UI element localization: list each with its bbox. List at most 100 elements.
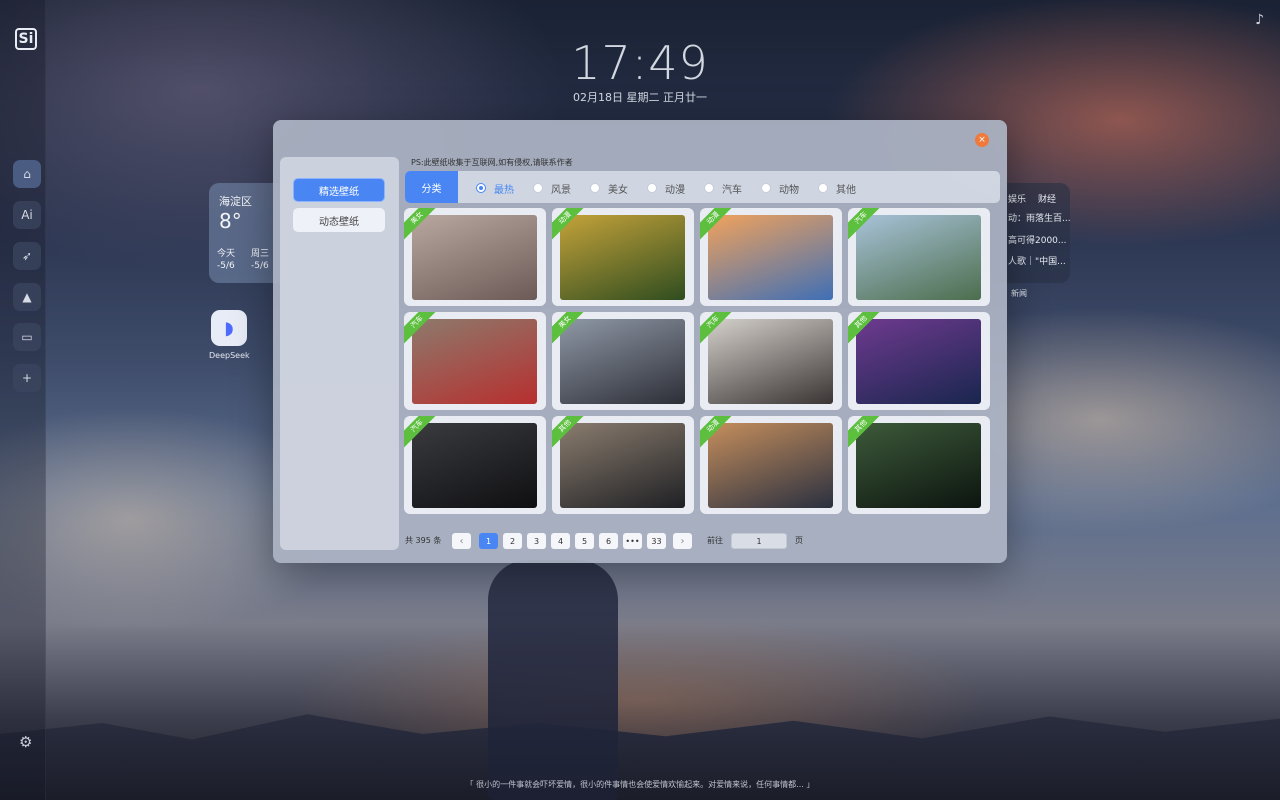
news-item[interactable]: 人歌｜"中国...	[1008, 254, 1066, 267]
page-button[interactable]: 4	[551, 533, 570, 549]
wallpaper-card[interactable]: 汽车	[848, 208, 990, 306]
wallpaper-thumbnail	[856, 423, 981, 508]
add-icon[interactable]: +	[13, 364, 41, 392]
wallpaper-thumbnail	[412, 423, 537, 508]
category-radio-label: 最热	[494, 184, 514, 196]
rocket-icon[interactable]: ➶	[13, 242, 41, 270]
clock-time: 17:49	[571, 36, 709, 90]
wallpaper-thumbnail	[708, 319, 833, 404]
category-radio-car[interactable]: 汽车	[704, 182, 742, 196]
wallpaper-card[interactable]: 其他	[552, 416, 694, 514]
category-radio-label: 其他	[836, 184, 856, 196]
radio-dot	[590, 183, 600, 193]
weather-location: 海淀区	[219, 195, 252, 208]
left-dock: Si ⌂ Ai ➶ ▲ ▭ + ⚙	[0, 0, 46, 800]
page-button[interactable]: 1	[479, 533, 498, 549]
wallpaper-thumbnail	[708, 423, 833, 508]
wallpaper-card[interactable]: 动漫	[700, 208, 842, 306]
copyright-notice: PS:此壁纸收集于互联网,如有侵权,请联系作者	[411, 158, 573, 167]
category-radio-label: 汽车	[722, 184, 742, 196]
wallpaper-card[interactable]: 动漫	[700, 416, 842, 514]
category-radio-animal[interactable]: 动物	[761, 182, 799, 196]
wallpaper-thumbnail	[856, 215, 981, 300]
settings-icon[interactable]: ⚙	[19, 733, 32, 751]
bottom-quote: 「 很小的一件事就会吓坏爱情，很小的件事情也会使爱情欢愉起来。对爱情来说，任何事…	[465, 780, 815, 789]
wallpaper-card[interactable]: 美女	[404, 208, 546, 306]
wallpaper-thumbnail	[560, 215, 685, 300]
deepseek-app[interactable]: ◗ DeepSeek	[209, 310, 250, 360]
category-radio-label: 美女	[608, 184, 628, 196]
page-button[interactable]: 5	[575, 533, 594, 549]
home-icon[interactable]: ⌂	[13, 160, 41, 188]
weather-day: 周三 -5/6	[251, 248, 269, 272]
category-radio-other[interactable]: 其他	[818, 182, 856, 196]
category-radio-hottest[interactable]: 最热	[476, 182, 514, 196]
close-icon[interactable]: ×	[975, 133, 989, 147]
wallpaper-thumbnail	[412, 319, 537, 404]
weather-day-label: 周三	[251, 249, 270, 259]
wallpaper-side-panel: 精选壁纸 动态壁纸	[280, 157, 399, 550]
clock-date: 02月18日 星期二 正月廿一	[573, 91, 707, 104]
wallpaper-card[interactable]: 汽车	[404, 416, 546, 514]
deepseek-label: DeepSeek	[209, 351, 250, 360]
radio-dot	[818, 183, 828, 193]
news-tabs: 娱乐 财经	[1008, 192, 1068, 205]
wallpaper-thumbnail	[708, 215, 833, 300]
category-radio-label: 风景	[551, 184, 571, 196]
goto-label: 前往	[707, 536, 723, 545]
weather-day-label: 今天	[217, 249, 236, 259]
page-button[interactable]: 2	[503, 533, 522, 549]
wallpaper-card[interactable]: 其他	[848, 416, 990, 514]
gamepad-icon[interactable]: ▭	[13, 323, 41, 351]
news-label: 新闻	[1011, 289, 1027, 298]
radio-dot	[704, 183, 714, 193]
radio-dot	[761, 183, 771, 193]
featured-wallpaper-tab[interactable]: 精选壁纸	[293, 178, 385, 202]
category-label: 分类	[405, 171, 458, 203]
ai-icon[interactable]: Ai	[13, 201, 41, 229]
category-radio-label: 动物	[779, 184, 799, 196]
app-logo-icon[interactable]: Si	[15, 28, 37, 50]
weather-day: 今天 -5/6	[217, 248, 235, 272]
radio-dot	[533, 183, 543, 193]
news-item[interactable]: 高可得2000...	[1008, 233, 1067, 246]
background-figure	[488, 560, 618, 800]
radio-dot	[647, 183, 657, 193]
wallpaper-thumbnail	[412, 215, 537, 300]
wallpaper-grid: 美女 动漫 动漫 汽车 汽车 美女 汽车 其他 汽车 其他 动漫 其他	[404, 208, 994, 516]
page-unit-label: 页	[795, 536, 803, 545]
wallpaper-card[interactable]: 其他	[848, 312, 990, 410]
news-item[interactable]: 动：雨落生百...	[1008, 211, 1070, 224]
radio-dot	[476, 183, 486, 193]
wallpaper-thumbnail	[560, 423, 685, 508]
news-tab[interactable]: 娱乐	[1008, 195, 1026, 205]
weather-temp: 8°	[219, 209, 242, 233]
page-button[interactable]: 6	[599, 533, 618, 549]
wallpaper-card[interactable]: 动漫	[552, 208, 694, 306]
wallpaper-card[interactable]: 汽车	[700, 312, 842, 410]
category-radio-scenery[interactable]: 风景	[533, 182, 571, 196]
total-count: 共 395 条	[405, 536, 442, 545]
bell-icon[interactable]: ♪	[1255, 12, 1264, 28]
news-tab[interactable]: 财经	[1038, 195, 1056, 205]
wallpaper-modal: × 精选壁纸 动态壁纸 PS:此壁纸收集于互联网,如有侵权,请联系作者 分类 最…	[273, 120, 1007, 563]
wallpaper-card[interactable]: 美女	[552, 312, 694, 410]
goto-page-input[interactable]	[731, 533, 787, 549]
category-radio-beauty[interactable]: 美女	[590, 182, 628, 196]
weather-day-range: -5/6	[217, 261, 235, 271]
graduation-cap-icon[interactable]: ▲	[13, 283, 41, 311]
deepseek-whale-icon: ◗	[211, 310, 247, 346]
wallpaper-thumbnail	[856, 319, 981, 404]
prev-page-button[interactable]: ‹	[452, 533, 471, 549]
category-bar: 分类 最热 风景 美女 动漫 汽车 动物 其他	[405, 171, 1000, 203]
more-pages-button[interactable]: •••	[623, 533, 642, 549]
category-radio-anime[interactable]: 动漫	[647, 182, 685, 196]
weather-day-range: -5/6	[251, 261, 269, 271]
category-radio-label: 动漫	[665, 184, 685, 196]
next-page-button[interactable]: ›	[673, 533, 692, 549]
wallpaper-card[interactable]: 汽车	[404, 312, 546, 410]
page-button[interactable]: 3	[527, 533, 546, 549]
wallpaper-thumbnail	[560, 319, 685, 404]
page-button[interactable]: 33	[647, 533, 666, 549]
dynamic-wallpaper-tab[interactable]: 动态壁纸	[293, 208, 385, 232]
